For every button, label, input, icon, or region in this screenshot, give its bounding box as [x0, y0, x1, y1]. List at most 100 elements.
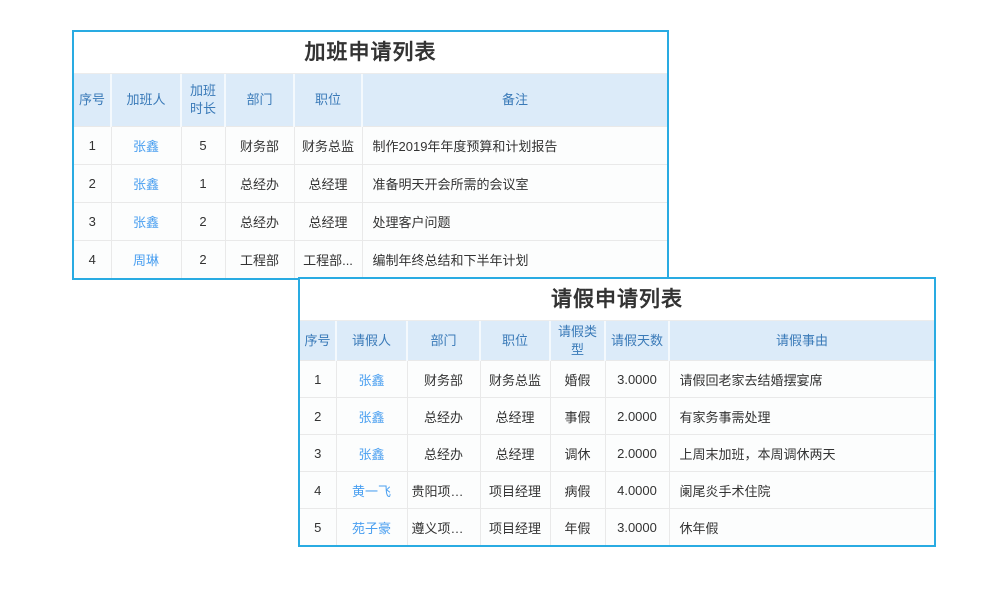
table-cell: 2	[74, 165, 111, 203]
table-cell: 总经办	[225, 203, 294, 241]
table-cell: 财务部	[407, 361, 480, 398]
table-cell: 总经理	[294, 165, 362, 203]
leave-table-body: 1张鑫财务部财务总监婚假3.0000请假回老家去结婚摆宴席2张鑫总经办总经理事假…	[300, 361, 934, 546]
person-link[interactable]: 张鑫	[133, 177, 159, 192]
table-cell: 总经理	[294, 203, 362, 241]
table-cell: 总经办	[407, 435, 480, 472]
table-cell: 总经理	[480, 435, 550, 472]
overtime-application-table: 加班申请列表 序号加班人加班时长部门职位备注 1 张鑫 5财务部财务总监制作2019…	[72, 30, 669, 280]
table-cell: 总经理	[480, 398, 550, 435]
table-cell: 5	[300, 509, 336, 546]
column-header: 部门	[225, 74, 294, 127]
column-header: 部门	[407, 321, 480, 361]
column-header: 序号	[74, 74, 111, 127]
table-cell: 遵义项目部	[407, 509, 480, 546]
table-cell: 项目经理	[480, 472, 550, 509]
column-header: 职位	[480, 321, 550, 361]
table-cell: 上周末加班，本周调休两天	[669, 435, 934, 472]
table-cell: 1	[181, 165, 225, 203]
table-cell: 年假	[550, 509, 605, 546]
table-cell: 制作2019年年度预算和计划报告	[362, 127, 667, 165]
table-row: 2 张鑫 1总经办总经理准备明天开会所需的会议室	[74, 165, 667, 203]
column-header: 请假天数	[605, 321, 669, 361]
table-row: 4 黄一飞 贵阳项目部项目经理病假4.0000阑尾炎手术住院	[300, 472, 934, 509]
person-link[interactable]: 苑子豪	[352, 521, 391, 536]
table-row: 3 张鑫 2总经办总经理处理客户问题	[74, 203, 667, 241]
table-cell: 1	[74, 127, 111, 165]
page: 加班申请列表 序号加班人加班时长部门职位备注 1张鑫5财务部财务总监制作2019…	[0, 0, 1000, 600]
person-link[interactable]: 张鑫	[358, 410, 384, 425]
table-cell: 4	[300, 472, 336, 509]
person-cell: 张鑫	[111, 165, 181, 203]
table-cell: 阑尾炎手术住院	[669, 472, 934, 509]
table-cell: 财务总监	[294, 127, 362, 165]
column-header: 职位	[294, 74, 362, 127]
overtime-table-grid: 序号加班人加班时长部门职位备注 1 张鑫 5财务部财务总监制作2019年年度预算和计…	[74, 74, 667, 278]
leave-application-table: 请假申请列表 序号请假人部门职位请假类型请假天数请假事由 1 张鑫 财务部财务总监婚…	[298, 277, 936, 547]
table-cell: 2.0000	[605, 398, 669, 435]
column-header: 备注	[362, 74, 667, 127]
table-row: 3 张鑫 总经办总经理调休2.0000上周末加班，本周调休两天	[300, 435, 934, 472]
table-cell: 3	[74, 203, 111, 241]
table-cell: 调休	[550, 435, 605, 472]
overtime-table-body: 1张鑫5财务部财务总监制作2019年年度预算和计划报告2张鑫1总经办总经理准备明…	[74, 127, 667, 279]
table-cell: 1	[300, 361, 336, 398]
leave-table-title: 请假申请列表	[300, 279, 934, 321]
table-row: 4 周琳 2工程部工程部...编制年终总结和下半年计划	[74, 241, 667, 279]
table-cell: 4.0000	[605, 472, 669, 509]
table-cell: 2.0000	[605, 435, 669, 472]
person-cell: 张鑫	[336, 361, 407, 398]
table-cell: 准备明天开会所需的会议室	[362, 165, 667, 203]
table-row: 2 张鑫 总经办总经理事假2.0000有家务事需处理	[300, 398, 934, 435]
table-cell: 4	[74, 241, 111, 279]
table-row: 1 张鑫 5财务部财务总监制作2019年年度预算和计划报告	[74, 127, 667, 165]
table-cell: 事假	[550, 398, 605, 435]
table-cell: 休年假	[669, 509, 934, 546]
table-cell: 病假	[550, 472, 605, 509]
column-header: 加班时长	[181, 74, 225, 127]
person-cell: 张鑫	[111, 127, 181, 165]
table-cell: 2	[181, 241, 225, 279]
table-cell: 婚假	[550, 361, 605, 398]
table-cell: 3	[300, 435, 336, 472]
person-cell: 张鑫	[336, 435, 407, 472]
table-cell: 总经办	[407, 398, 480, 435]
table-cell: 工程部	[225, 241, 294, 279]
table-cell: 财务总监	[480, 361, 550, 398]
table-cell: 处理客户问题	[362, 203, 667, 241]
leave-table-header: 序号请假人部门职位请假类型请假天数请假事由	[300, 321, 934, 361]
table-cell: 有家务事需处理	[669, 398, 934, 435]
overtime-table-header: 序号加班人加班时长部门职位备注	[74, 74, 667, 127]
table-cell: 3.0000	[605, 509, 669, 546]
table-row: 5 苑子豪 遵义项目部项目经理年假3.0000休年假	[300, 509, 934, 546]
table-cell: 贵阳项目部	[407, 472, 480, 509]
table-cell: 财务部	[225, 127, 294, 165]
column-header: 请假事由	[669, 321, 934, 361]
table-cell: 3.0000	[605, 361, 669, 398]
table-cell: 2	[181, 203, 225, 241]
person-link[interactable]: 张鑫	[133, 215, 159, 230]
person-cell: 张鑫	[336, 398, 407, 435]
person-link[interactable]: 周琳	[133, 253, 159, 268]
column-header: 序号	[300, 321, 336, 361]
table-cell: 2	[300, 398, 336, 435]
person-link[interactable]: 张鑫	[358, 373, 384, 388]
column-header: 请假人	[336, 321, 407, 361]
person-link[interactable]: 张鑫	[133, 139, 159, 154]
table-cell: 请假回老家去结婚摆宴席	[669, 361, 934, 398]
person-link[interactable]: 黄一飞	[352, 484, 391, 499]
person-cell: 周琳	[111, 241, 181, 279]
person-cell: 苑子豪	[336, 509, 407, 546]
overtime-table-title: 加班申请列表	[74, 32, 667, 74]
table-cell: 编制年终总结和下半年计划	[362, 241, 667, 279]
table-cell: 工程部...	[294, 241, 362, 279]
table-cell: 5	[181, 127, 225, 165]
person-cell: 张鑫	[111, 203, 181, 241]
column-header: 请假类型	[550, 321, 605, 361]
table-row: 1 张鑫 财务部财务总监婚假3.0000请假回老家去结婚摆宴席	[300, 361, 934, 398]
person-cell: 黄一飞	[336, 472, 407, 509]
table-cell: 项目经理	[480, 509, 550, 546]
table-cell: 总经办	[225, 165, 294, 203]
column-header: 加班人	[111, 74, 181, 127]
person-link[interactable]: 张鑫	[358, 447, 384, 462]
